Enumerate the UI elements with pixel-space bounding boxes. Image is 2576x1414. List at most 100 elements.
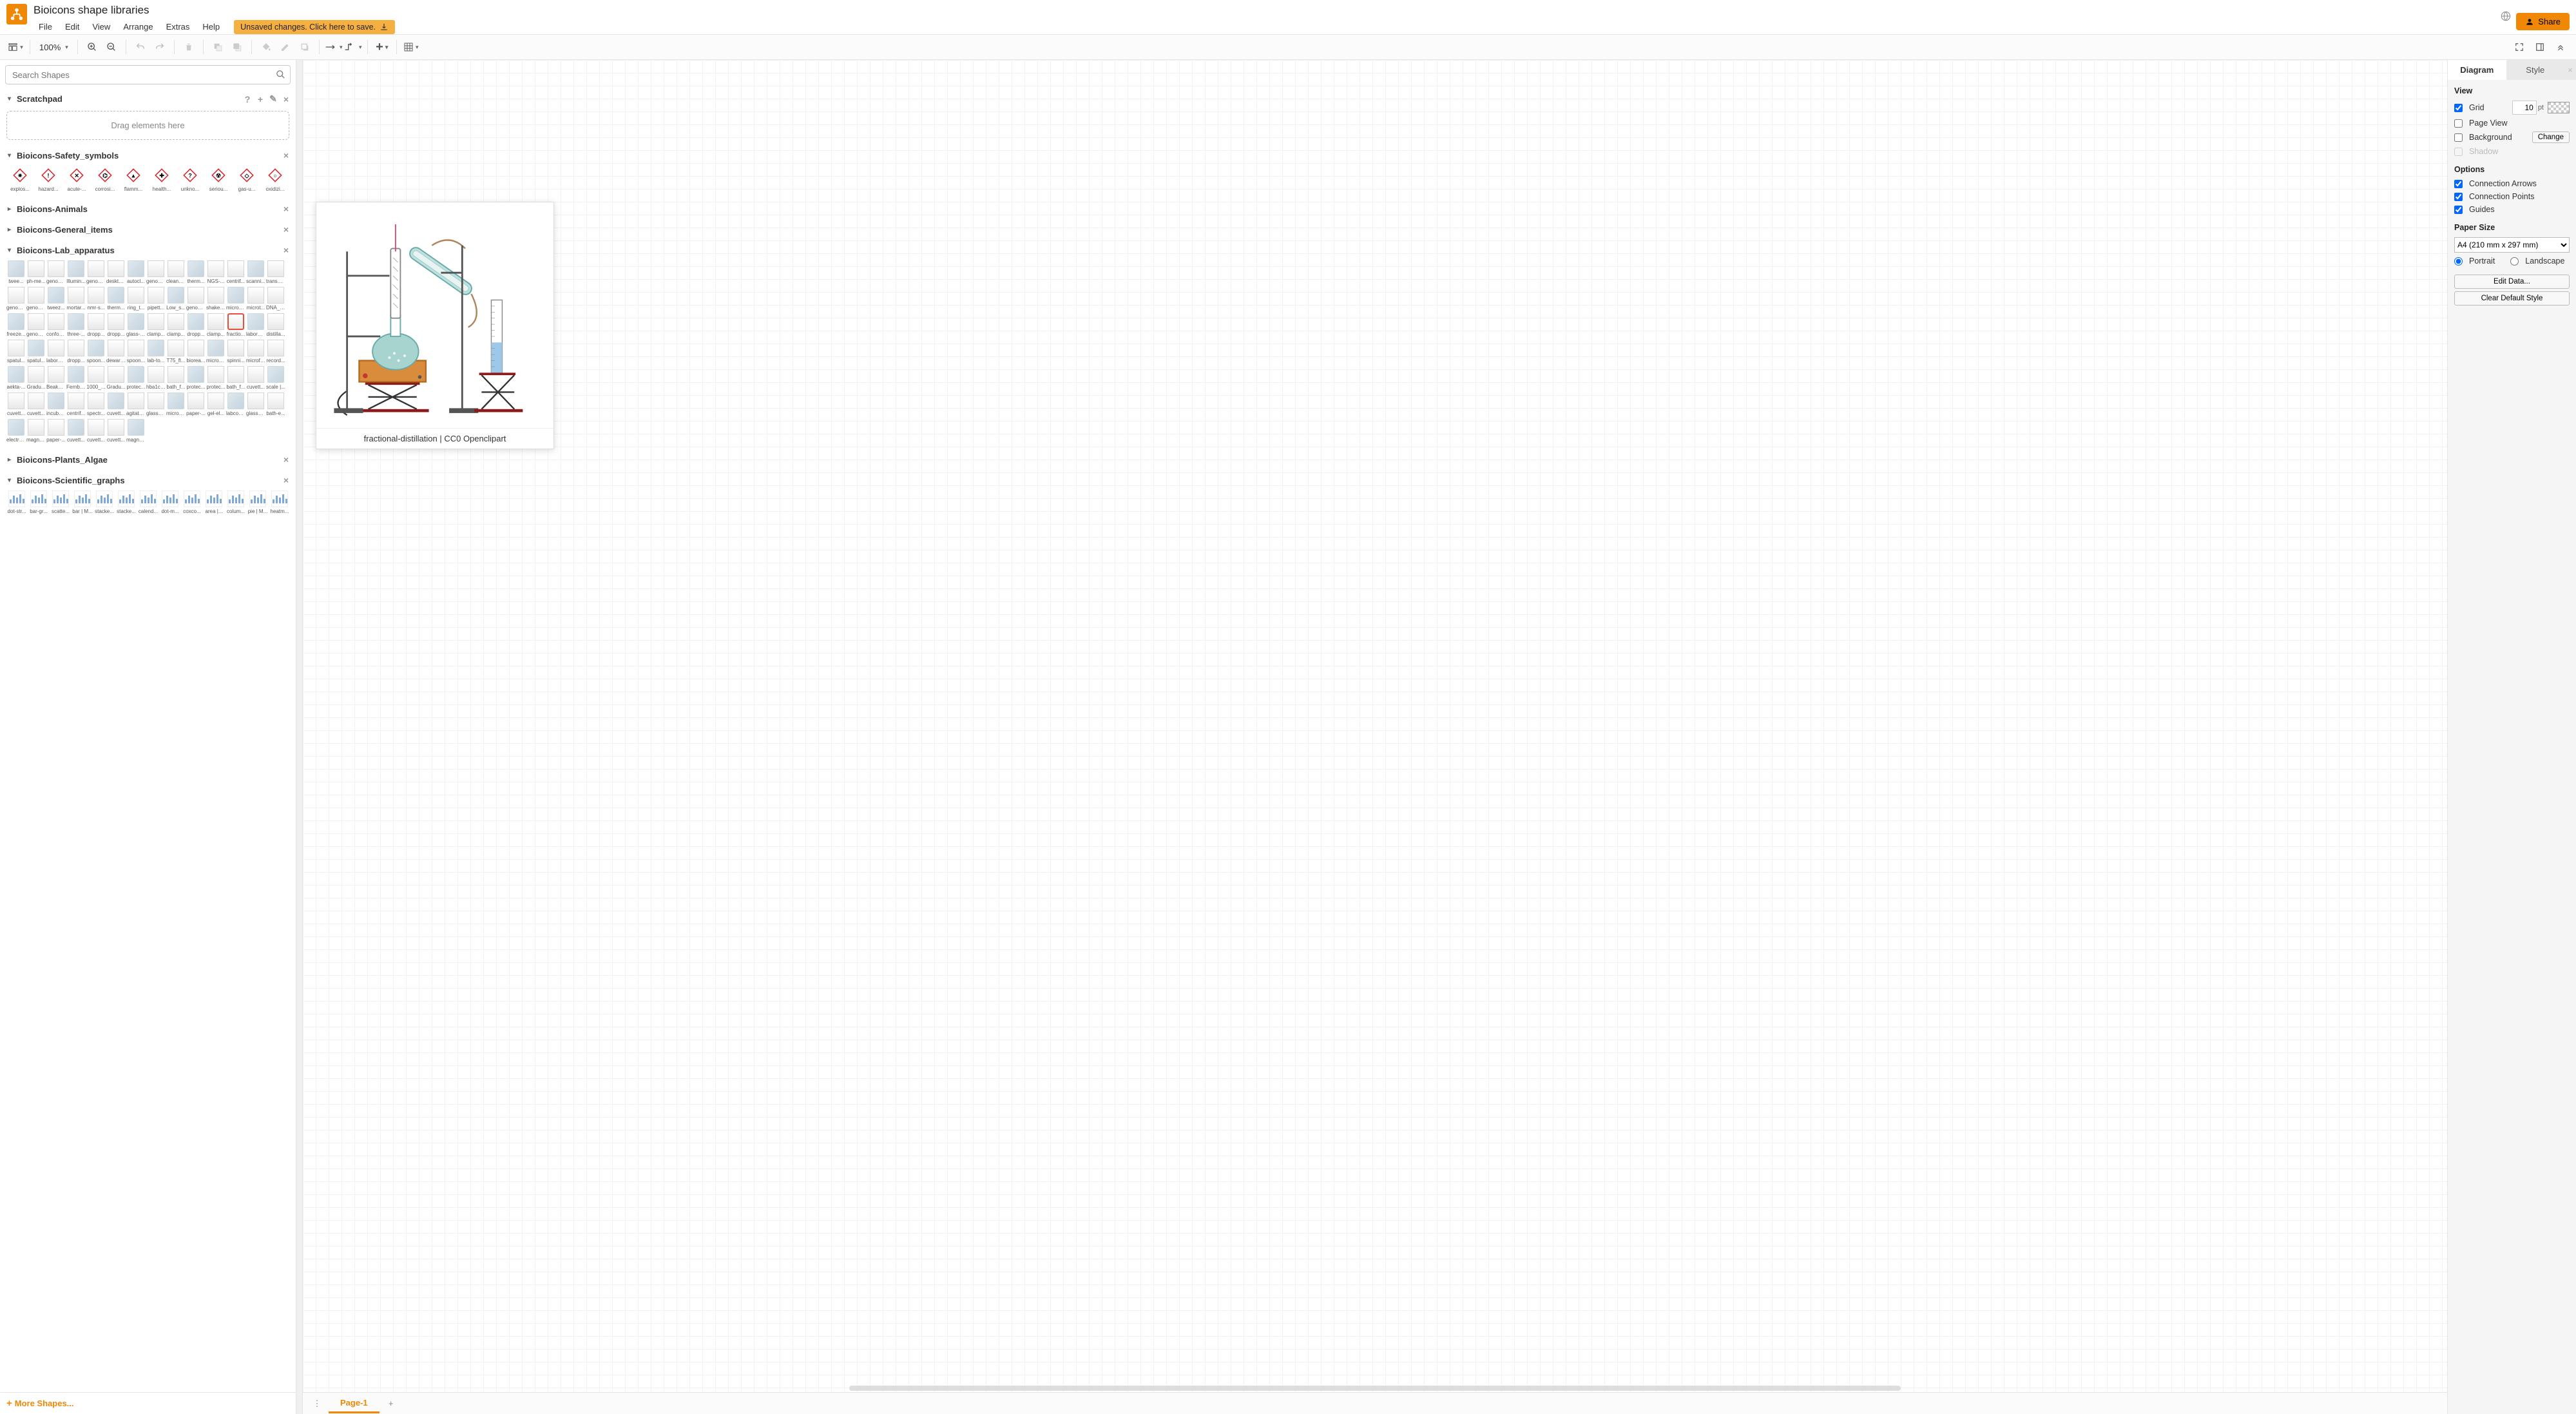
shape-thumb[interactable]: genom... [26, 313, 46, 337]
edit-data-button[interactable]: Edit Data... [2454, 275, 2570, 289]
undo-button[interactable] [131, 38, 149, 56]
shape-thumb[interactable]: distilla... [266, 313, 285, 337]
shape-thumb[interactable]: electro... [6, 419, 26, 443]
shape-thumb[interactable]: micros... [226, 287, 245, 311]
shape-thumb[interactable]: cuvett... [6, 392, 26, 416]
scratchpad-help-icon[interactable]: ? [243, 94, 252, 104]
scratchpad-close-icon[interactable]: × [282, 94, 291, 104]
shape-thumb[interactable]: cuvett... [246, 366, 265, 390]
section-lab-close-icon[interactable]: × [282, 245, 291, 255]
zoom-dropdown[interactable]: 100% [35, 43, 72, 52]
menu-help[interactable]: Help [197, 19, 225, 34]
shape-thumb[interactable]: colum... [226, 490, 246, 514]
shape-thumb[interactable]: NGS-... [206, 260, 226, 284]
shape-thumb[interactable]: record... [266, 340, 285, 363]
shape-thumb[interactable]: glassSl... [246, 392, 265, 416]
shape-thumb[interactable]: scale |... [266, 366, 285, 390]
shape-thumb[interactable]: protec... [206, 366, 226, 390]
shape-thumb[interactable]: hba1ca... [146, 366, 166, 390]
shape-thumb[interactable]: cuvett... [106, 392, 126, 416]
delete-button[interactable] [180, 38, 198, 56]
shapes-scroll[interactable]: ▾ Scratchpad ? + ✎ × Drag elements here … [0, 90, 296, 1392]
shape-thumb[interactable]: mortar... [66, 287, 86, 311]
shape-thumb[interactable]: dropp... [106, 313, 126, 337]
guides-checkbox[interactable] [2454, 206, 2463, 214]
shape-thumb[interactable]: clamp... [206, 313, 226, 337]
shape-thumb[interactable]: centrif... [66, 392, 86, 416]
shape-thumb[interactable]: nmr-s... [86, 287, 106, 311]
shape-thumb[interactable]: twee... [6, 260, 26, 284]
shape-thumb[interactable]: pie | M... [247, 490, 268, 514]
shape-thumb[interactable]: microfl... [246, 340, 265, 363]
add-page-button[interactable]: + [382, 1395, 400, 1413]
shape-thumb[interactable]: spatul... [26, 340, 46, 363]
shape-thumb[interactable]: transm... [266, 260, 285, 284]
shape-thumb[interactable]: laborat... [46, 340, 66, 363]
shape-thumb[interactable]: spoon... [86, 340, 106, 363]
shape-thumb[interactable]: centrif... [226, 260, 245, 284]
section-safety[interactable]: ▾ Bioicons-Safety_symbols × [5, 146, 293, 164]
shape-thumb[interactable]: protec... [126, 366, 146, 390]
shape-thumb[interactable]: ⌬ corrosi... [91, 166, 119, 192]
shape-thumb[interactable]: laborat... [246, 313, 265, 337]
shape-thumb[interactable]: agitato... [126, 392, 146, 416]
shape-thumb[interactable]: confoc... [46, 313, 66, 337]
section-animals-close-icon[interactable]: × [282, 204, 291, 214]
menu-view[interactable]: View [87, 19, 115, 34]
shape-thumb[interactable]: cuvett... [66, 419, 86, 443]
shape-thumb[interactable]: dot-str... [6, 490, 27, 514]
shape-thumb[interactable]: genom... [186, 287, 206, 311]
shape-thumb[interactable]: bath_f... [166, 366, 186, 390]
tab-style[interactable]: Style [2506, 60, 2565, 80]
shape-thumb[interactable]: incuba... [46, 392, 66, 416]
shape-thumb[interactable]: heatm... [269, 490, 290, 514]
section-lab[interactable]: ▾ Bioicons-Lab_apparatus × [5, 241, 293, 259]
shape-thumb[interactable]: autocl... [126, 260, 146, 284]
diagram-canvas[interactable]: fractional-distillation | CC0 Openclipar… [303, 60, 2447, 1392]
menu-extras[interactable]: Extras [161, 19, 195, 34]
section-plants-close-icon[interactable]: × [282, 454, 291, 465]
menu-file[interactable]: File [34, 19, 57, 34]
zoom-out-button[interactable] [102, 38, 120, 56]
scratchpad-edit-icon[interactable]: ✎ [269, 93, 278, 104]
page-tab-1[interactable]: Page-1 [329, 1394, 380, 1413]
shape-thumb[interactable]: T75_fl... [166, 340, 186, 363]
shape-thumb[interactable]: spoon... [126, 340, 146, 363]
shape-thumb[interactable]: gel-el... [206, 392, 226, 416]
shape-thumb[interactable]: spatul... [6, 340, 26, 363]
shape-thumb[interactable]: cuvett... [26, 392, 46, 416]
more-shapes-link[interactable]: + More Shapes... [6, 1398, 74, 1409]
shape-thumb[interactable]: clamp... [146, 313, 166, 337]
share-button[interactable]: Share [2516, 13, 2570, 30]
pages-menu-button[interactable]: ⋮ [308, 1395, 326, 1413]
shape-thumb[interactable]: dropp... [66, 340, 86, 363]
insert-button[interactable]: + [373, 38, 391, 56]
shape-thumb[interactable]: ✕ acute-... [63, 166, 90, 192]
shape-thumb[interactable]: ◇ gas-u... [233, 166, 260, 192]
section-safety-close-icon[interactable]: × [282, 150, 291, 160]
shape-thumb[interactable]: labcoa... [226, 392, 245, 416]
menu-arrange[interactable]: Arrange [118, 19, 158, 34]
shape-thumb[interactable]: genom... [26, 287, 46, 311]
shape-thumb[interactable]: magne... [26, 419, 46, 443]
shape-thumb[interactable]: dewar-... [106, 340, 126, 363]
shape-thumb[interactable]: aekta-... [6, 366, 26, 390]
connection-style-button[interactable] [325, 38, 343, 56]
shape-thumb[interactable]: ph-me... [26, 260, 46, 284]
shape-thumb[interactable]: glass-r... [126, 313, 146, 337]
shape-thumb[interactable]: 1000_... [86, 366, 106, 390]
section-general-close-icon[interactable]: × [282, 224, 291, 235]
conn-points-checkbox[interactable] [2454, 193, 2463, 201]
shape-thumb[interactable]: micro_... [206, 340, 226, 363]
shape-thumb[interactable]: stacke... [116, 490, 137, 514]
shape-thumb[interactable]: paper-... [46, 419, 66, 443]
pageview-checkbox[interactable] [2454, 119, 2463, 128]
shape-thumb[interactable]: Fernba... [66, 366, 86, 390]
shape-thumb[interactable]: paper-... [186, 392, 206, 416]
background-checkbox[interactable] [2454, 133, 2463, 142]
shape-thumb[interactable]: scanni... [246, 260, 265, 284]
shape-thumb[interactable]: Beaker... [46, 366, 66, 390]
shadow-button[interactable] [296, 38, 314, 56]
shape-thumb[interactable]: Low_s... [166, 287, 186, 311]
menu-edit[interactable]: Edit [60, 19, 84, 34]
